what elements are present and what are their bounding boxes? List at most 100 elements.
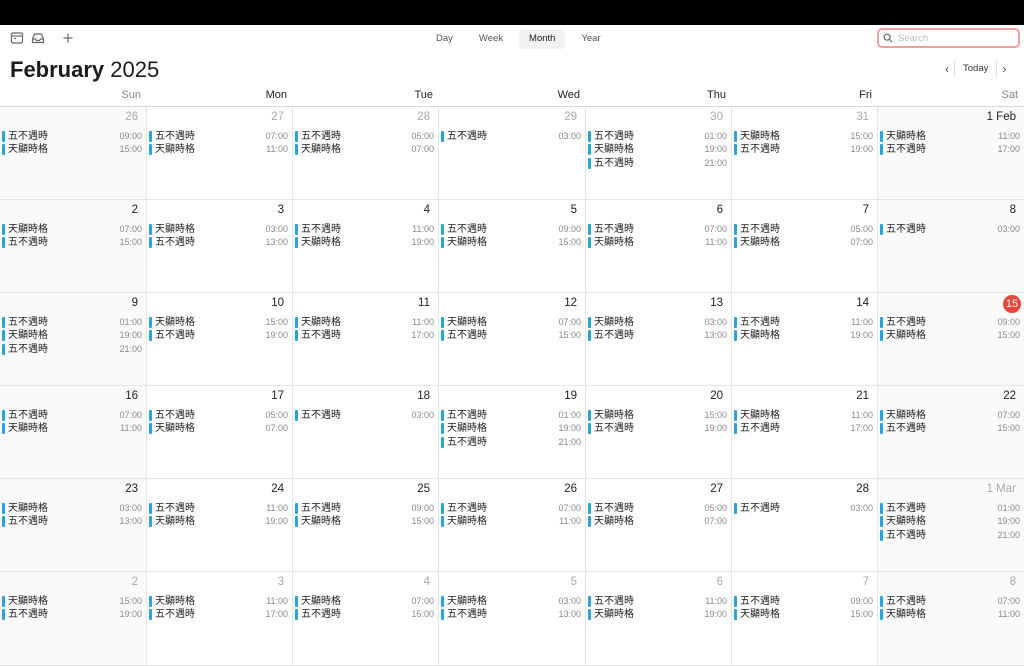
calendar-event[interactable]: 天顯時格 07:00	[295, 595, 434, 608]
calendar-event[interactable]: 天顯時格 03:00	[441, 595, 581, 608]
calendar-event[interactable]: 天顯時格 11:00	[2, 422, 142, 435]
calendar-event[interactable]: 五不遇時 19:00	[149, 329, 288, 342]
day-cell[interactable]: 7 五不遇時 09:00 天顯時格 15:00	[732, 572, 878, 666]
calendar-event[interactable]: 五不遇時 19:00	[734, 143, 873, 156]
calendar-event[interactable]: 天顯時格 07:00	[880, 409, 1020, 422]
day-cell[interactable]: 29 五不遇時 03:00	[439, 107, 586, 200]
calendar-event[interactable]: 天顯時格 19:00	[441, 422, 581, 435]
day-cell[interactable]: 1 Mar 五不遇時 01:00 天顯時格 19:00 五不遇時 21:00	[878, 479, 1024, 572]
day-cell[interactable]: 4 五不遇時 11:00 天顯時格 19:00	[293, 200, 439, 293]
calendar-event[interactable]: 天顯時格 11:00	[880, 608, 1020, 621]
calendar-event[interactable]: 五不遇時 09:00	[295, 502, 434, 515]
calendar-event[interactable]: 五不遇時 21:00	[880, 529, 1020, 542]
calendar-event[interactable]: 天顯時格 11:00	[295, 316, 434, 329]
calendar-event[interactable]: 五不遇時 11:00	[295, 223, 434, 236]
calendar-event[interactable]: 天顯時格 11:00	[734, 409, 873, 422]
today-button[interactable]: Today	[954, 61, 998, 77]
day-cell[interactable]: 13 天顯時格 03:00 五不遇時 13:00	[586, 293, 732, 386]
calendar-event[interactable]: 天顯時格 19:00	[295, 236, 434, 249]
calendar-event[interactable]: 五不遇時 07:00	[2, 409, 142, 422]
calendar-event[interactable]: 天顯時格 19:00	[734, 329, 873, 342]
calendar-event[interactable]: 天顯時格 07:00	[588, 515, 727, 528]
calendar-event[interactable]: 五不遇時 01:00	[880, 502, 1020, 515]
calendar-list-icon[interactable]	[10, 31, 24, 45]
day-cell[interactable]: 2 天顯時格 15:00 五不遇時 19:00	[0, 572, 147, 666]
day-cell[interactable]: 11 天顯時格 11:00 五不遇時 17:00	[293, 293, 439, 386]
calendar-event[interactable]: 天顯時格 11:00	[588, 236, 727, 249]
day-cell[interactable]: 3 天顯時格 03:00 五不遇時 13:00	[147, 200, 293, 293]
calendar-event[interactable]: 天顯時格 11:00	[441, 515, 581, 528]
day-cell[interactable]: 31 天顯時格 15:00 五不遇時 19:00	[732, 107, 878, 200]
calendar-event[interactable]: 天顯時格 19:00	[880, 515, 1020, 528]
calendar-event[interactable]: 五不遇時 03:00	[734, 502, 873, 515]
calendar-event[interactable]: 五不遇時 11:00	[149, 502, 288, 515]
previous-month-button[interactable]: ‹	[940, 61, 954, 77]
calendar-event[interactable]: 天顯時格 15:00	[295, 515, 434, 528]
day-cell[interactable]: 20 天顯時格 15:00 五不遇時 19:00	[586, 386, 732, 479]
day-cell[interactable]: 26 五不遇時 07:00 天顯時格 11:00	[439, 479, 586, 572]
calendar-event[interactable]: 五不遇時 13:00	[2, 515, 142, 528]
view-day-button[interactable]: Day	[426, 29, 463, 49]
calendar-event[interactable]: 五不遇時 07:00	[588, 223, 727, 236]
calendar-event[interactable]: 五不遇時 01:00	[588, 130, 727, 143]
day-cell[interactable]: 6 五不遇時 11:00 天顯時格 19:00	[586, 572, 732, 666]
calendar-event[interactable]: 五不遇時 21:00	[441, 436, 581, 449]
calendar-event[interactable]: 天顯時格 03:00	[588, 316, 727, 329]
calendar-event[interactable]: 五不遇時 15:00	[441, 329, 581, 342]
calendar-event[interactable]: 五不遇時 15:00	[880, 422, 1020, 435]
calendar-event[interactable]: 天顯時格 19:00	[2, 329, 142, 342]
calendar-event[interactable]: 天顯時格 15:00	[2, 143, 142, 156]
calendar-event[interactable]: 天顯時格 15:00	[441, 236, 581, 249]
calendar-event[interactable]: 五不遇時 13:00	[588, 329, 727, 342]
plus-icon[interactable]	[61, 31, 75, 45]
calendar-event[interactable]: 五不遇時 09:00	[880, 316, 1020, 329]
day-cell[interactable]: 8 五不遇時 03:00	[878, 200, 1024, 293]
calendar-event[interactable]: 五不遇時 19:00	[588, 422, 727, 435]
day-cell[interactable]: 19 五不遇時 01:00 天顯時格 19:00 五不遇時 21:00	[439, 386, 586, 479]
calendar-event[interactable]: 五不遇時 05:00	[588, 502, 727, 515]
calendar-event[interactable]: 天顯時格 19:00	[588, 143, 727, 156]
day-cell[interactable]: 30 五不遇時 01:00 天顯時格 19:00 五不遇時 21:00	[586, 107, 732, 200]
day-cell[interactable]: 25 五不遇時 09:00 天顯時格 15:00	[293, 479, 439, 572]
calendar-event[interactable]: 天顯時格 15:00	[2, 595, 142, 608]
day-cell[interactable]: 4 天顯時格 07:00 五不遇時 15:00	[293, 572, 439, 666]
calendar-event[interactable]: 五不遇時 11:00	[588, 595, 727, 608]
day-cell[interactable]: 22 天顯時格 07:00 五不遇時 15:00	[878, 386, 1024, 479]
day-cell[interactable]: 14 五不遇時 11:00 天顯時格 19:00	[732, 293, 878, 386]
calendar-event[interactable]: 五不遇時 05:00	[295, 130, 434, 143]
day-cell[interactable]: 24 五不遇時 11:00 天顯時格 19:00	[147, 479, 293, 572]
view-year-button[interactable]: Year	[571, 29, 610, 49]
calendar-event[interactable]: 五不遇時 11:00	[734, 316, 873, 329]
calendar-event[interactable]: 天顯時格 15:00	[149, 316, 288, 329]
calendar-event[interactable]: 五不遇時 15:00	[2, 236, 142, 249]
day-cell[interactable]: 10 天顯時格 15:00 五不遇時 19:00	[147, 293, 293, 386]
calendar-event[interactable]: 天顯時格 07:00	[295, 143, 434, 156]
calendar-event[interactable]: 五不遇時 17:00	[149, 608, 288, 621]
calendar-event[interactable]: 五不遇時 07:00	[149, 130, 288, 143]
day-cell[interactable]: 5 天顯時格 03:00 五不遇時 13:00	[439, 572, 586, 666]
calendar-event[interactable]: 五不遇時 21:00	[588, 157, 727, 170]
day-cell[interactable]: 16 五不遇時 07:00 天顯時格 11:00	[0, 386, 147, 479]
day-cell[interactable]: 5 五不遇時 09:00 天顯時格 15:00	[439, 200, 586, 293]
day-cell[interactable]: 2 天顯時格 07:00 五不遇時 15:00	[0, 200, 147, 293]
next-month-button[interactable]: ›	[997, 61, 1011, 77]
calendar-event[interactable]: 五不遇時 03:00	[880, 223, 1020, 236]
day-cell[interactable]: 12 天顯時格 07:00 五不遇時 15:00	[439, 293, 586, 386]
calendar-event[interactable]: 五不遇時 05:00	[734, 223, 873, 236]
calendar-event[interactable]: 天顯時格 11:00	[149, 143, 288, 156]
day-cell[interactable]: 28 五不遇時 03:00	[732, 479, 878, 572]
calendar-event[interactable]: 五不遇時 19:00	[2, 608, 142, 621]
calendar-event[interactable]: 五不遇時 15:00	[295, 608, 434, 621]
day-cell[interactable]: 26 五不遇時 09:00 天顯時格 15:00	[0, 107, 147, 200]
calendar-event[interactable]: 五不遇時 03:00	[295, 409, 434, 422]
calendar-event[interactable]: 天顯時格 03:00	[149, 223, 288, 236]
day-cell[interactable]: 27 五不遇時 07:00 天顯時格 11:00	[147, 107, 293, 200]
calendar-event[interactable]: 天顯時格 19:00	[149, 515, 288, 528]
day-cell[interactable]: 28 五不遇時 05:00 天顯時格 07:00	[293, 107, 439, 200]
calendar-event[interactable]: 五不遇時 17:00	[295, 329, 434, 342]
day-cell[interactable]: 1 Feb 天顯時格 11:00 五不遇時 17:00	[878, 107, 1024, 200]
calendar-event[interactable]: 天顯時格 11:00	[149, 595, 288, 608]
day-cell[interactable]: 23 天顯時格 03:00 五不遇時 13:00	[0, 479, 147, 572]
calendar-event[interactable]: 天顯時格 19:00	[588, 608, 727, 621]
calendar-event[interactable]: 五不遇時 09:00	[734, 595, 873, 608]
